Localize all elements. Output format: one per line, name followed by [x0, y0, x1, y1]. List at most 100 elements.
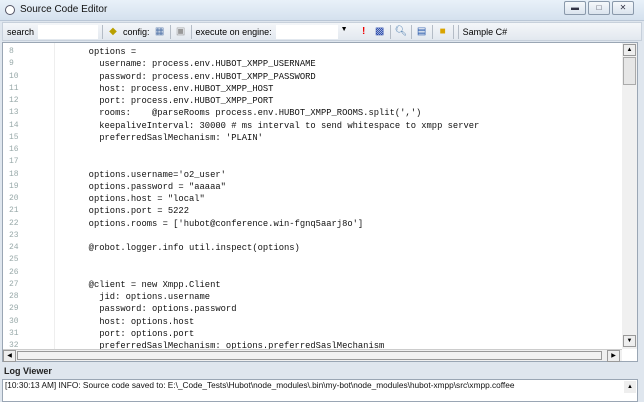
horizontal-scrollbar[interactable]: ◀ ▶: [3, 349, 622, 362]
code-line[interactable]: 18 options.username='o2_user': [3, 169, 479, 181]
separator: [389, 24, 391, 39]
code-line[interactable]: 20 options.host = "local": [3, 193, 479, 205]
code-line[interactable]: 19 options.password = "aaaaa": [3, 181, 479, 193]
line-number: 27: [9, 279, 19, 289]
scroll-left-icon[interactable]: ◀: [3, 350, 16, 362]
code-text: password: process.env.HUBOT_XMPP_PASSWOR…: [57, 71, 316, 82]
line-number: 21: [9, 206, 19, 216]
code-text: host: options.host: [57, 316, 195, 327]
line-number: 30: [9, 316, 19, 326]
code-line[interactable]: 11 host: process.env.HUBOT_XMPP_HOST: [3, 83, 479, 95]
chevron-down-icon[interactable]: ▼: [341, 26, 348, 33]
search-label: search: [7, 26, 35, 37]
code-line[interactable]: 23: [3, 230, 479, 242]
scroll-up-icon[interactable]: ▲: [624, 381, 636, 393]
code-line[interactable]: 12 port: process.env.HUBOT_XMPP_PORT: [3, 95, 479, 107]
find-icon[interactable]: 🔍︎: [395, 26, 408, 38]
code-line[interactable]: 31 port: options.port: [3, 328, 479, 340]
save-icon[interactable]: ▣: [175, 26, 187, 38]
line-number: 13: [9, 108, 19, 118]
open-folder-icon[interactable]: ■: [437, 26, 449, 38]
code-text: options.port = 5222: [57, 206, 189, 217]
code-text: port: options.port: [57, 328, 195, 339]
code-line[interactable]: 8 options =: [3, 46, 479, 58]
scroll-up-icon[interactable]: ▲: [623, 44, 636, 56]
config-icon[interactable]: ◆: [107, 26, 119, 38]
code-line[interactable]: 30 host: options.host: [3, 316, 479, 328]
config-properties-icon[interactable]: ▦: [154, 26, 166, 38]
line-number: 18: [9, 169, 19, 179]
separator: [431, 24, 433, 39]
code-text: keepaliveInterval: 30000 # ms interval t…: [57, 120, 480, 131]
code-line[interactable]: 16: [3, 144, 479, 156]
separator: [457, 24, 459, 39]
monitor-icon[interactable]: ▤: [416, 26, 428, 38]
code-text: options =: [57, 47, 137, 57]
line-number: 15: [9, 132, 19, 142]
code-line[interactable]: 14 keepaliveInterval: 30000 # ms interva…: [3, 120, 479, 132]
separator: [190, 24, 192, 39]
line-number: 10: [9, 71, 19, 81]
search-input[interactable]: [38, 24, 99, 39]
console-icon[interactable]: ▩: [374, 26, 386, 38]
scroll-down-icon[interactable]: ▼: [623, 335, 636, 347]
horizontal-scroll-thumb[interactable]: [17, 351, 602, 360]
engine-select[interactable]: ▼: [275, 24, 348, 39]
code-editor[interactable]: 8 options = 9 username: process.env.HUBOT…: [2, 42, 638, 362]
line-number: 20: [9, 194, 19, 203]
line-number: 23: [9, 230, 19, 240]
line-number: 31: [9, 328, 19, 338]
separator: [410, 24, 412, 39]
toolbar: search ◆ config: ▦ ▣ execute on engine: …: [2, 22, 642, 41]
line-number: 22: [9, 218, 19, 228]
scroll-thumb[interactable]: [623, 57, 636, 85]
code-line[interactable]: 22 options.rooms = ['hubot@conference.wi…: [3, 218, 479, 230]
line-number: 14: [9, 120, 19, 130]
code-text: jid: options.username: [57, 292, 211, 302]
minimize-button[interactable]: ▬: [564, 1, 586, 15]
log-viewer[interactable]: [10:30:13 AM] INFO: Source code saved to…: [2, 379, 638, 402]
code-line[interactable]: 10 password: process.env.HUBOT_XMPP_PASS…: [3, 71, 479, 83]
line-number: 8: [9, 47, 14, 56]
config-label: config:: [123, 26, 150, 37]
code-line[interactable]: 26: [3, 267, 479, 279]
line-number: 29: [9, 304, 19, 314]
code-line[interactable]: 29 password: options.password: [3, 303, 479, 315]
code-line[interactable]: 21 options.port = 5222: [3, 205, 479, 217]
code-text: rooms: @parseRooms process.env.HUBOT_XMP…: [57, 108, 422, 119]
window-title: Source Code Editor: [20, 4, 108, 15]
line-number: 17: [9, 157, 19, 167]
code-text: @client = new Xmpp.Client: [57, 279, 221, 290]
log-viewer-title: Log Viewer: [4, 366, 52, 376]
code-line[interactable]: 9 username: process.env.HUBOT_XMPP_USERN…: [3, 58, 479, 70]
code-text: @robot.logger.info util.inspect(options): [57, 243, 300, 253]
code-text: username: process.env.HUBOT_XMPP_USERNAM…: [57, 59, 316, 70]
line-number: 28: [9, 292, 19, 301]
title-bar: Source Code Editor ▬ □ ✕: [0, 0, 644, 21]
maximize-button[interactable]: □: [588, 1, 610, 15]
code-text: port: process.env.HUBOT_XMPP_PORT: [57, 96, 274, 106]
vertical-scrollbar[interactable]: ▲ ▼: [622, 43, 637, 349]
code-line[interactable]: 28 jid: options.username: [3, 291, 479, 303]
code-line[interactable]: 13 rooms: @parseRooms process.env.HUBOT_…: [3, 107, 479, 119]
line-number: 12: [9, 96, 19, 105]
code-line[interactable]: 25: [3, 254, 479, 266]
code-text: preferredSaslMechanism: 'PLAIN': [57, 132, 263, 143]
scroll-right-icon[interactable]: ▶: [607, 350, 620, 362]
code-line[interactable]: 27 @client = new Xmpp.Client: [3, 279, 479, 291]
code-text: options.username='o2_user': [57, 169, 226, 180]
code-line[interactable]: 17: [3, 156, 479, 168]
code-line[interactable]: 24 @robot.logger.info util.inspect(optio…: [3, 242, 479, 254]
line-number: 26: [9, 267, 19, 277]
code-area[interactable]: 8 options = 9 username: process.env.HUBOT…: [3, 46, 479, 352]
line-number: 25: [9, 255, 19, 265]
separator: [102, 24, 104, 39]
line-number: 16: [9, 145, 19, 154]
separator: [452, 24, 454, 39]
code-line[interactable]: 15 preferredSaslMechanism: 'PLAIN': [3, 132, 479, 144]
execute-icon[interactable]: !: [358, 26, 370, 38]
close-button[interactable]: ✕: [612, 1, 634, 15]
line-number: 19: [9, 181, 19, 191]
sample-csharp-button[interactable]: Sample C#: [463, 27, 508, 37]
log-line: [10:30:13 AM] INFO: Source code saved to…: [5, 380, 515, 390]
